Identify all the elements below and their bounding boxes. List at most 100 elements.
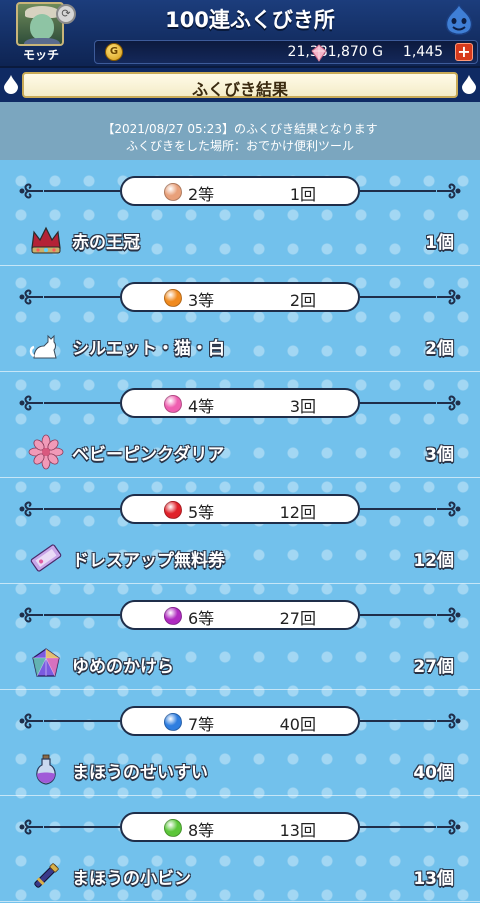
rank-label: 2等 [188,185,215,204]
result-item[interactable]: ドレスアップ無料券 12個 [0,538,480,578]
item-name: まほうの小ビン [72,869,191,889]
rank-ball-icon [164,713,182,731]
result-section: 7等 40回 まほうのせいすい 40個 [0,690,480,796]
wand-icon [34,863,59,888]
rank-pill: 4等 3回 [120,388,360,418]
app-title: 100連ふくびき所 [165,8,335,32]
draw-location-text: ふくびきをした場所：おでかけ便利ツール [125,139,354,153]
rank-count: 1回 [289,185,316,204]
rank-label: 7等 [188,715,215,734]
slime-icon[interactable] [442,2,476,36]
rank-header: 7等 40回 [0,706,480,736]
currency-bar: G 21,381,870 G 1,445 + [94,40,478,64]
ornament-line [44,614,120,616]
rank-label: 6等 [188,609,215,628]
result-section: 5等 12回 ドレスアップ無料券 12個 [0,478,480,584]
ornament-line [360,614,436,616]
ornament-right-icon [437,501,461,517]
rank-ball-icon [164,289,182,307]
rank-count: 2回 [289,291,316,310]
rank-header: 8等 13回 [0,812,480,842]
gold-coin-icon: G [105,43,123,61]
ornament-left-icon [19,501,43,517]
rank-header: 2等 1回 [0,176,480,206]
ornament-line [360,296,436,298]
draw-date-text: 【2021/08/27 05:23】のふくびき結果となります [102,122,378,136]
item-quantity: 27個 [413,657,454,677]
rank-ball-icon [164,607,182,625]
rank-pill: 3等 2回 [120,282,360,312]
water-drop-icon [4,75,18,94]
item-name: ゆめのかけら [72,657,174,677]
cat-silhouette-icon [29,334,57,359]
ornament-right-icon [437,819,461,835]
item-name: まほうのせいすい [72,763,208,783]
gem-icon [311,44,327,62]
ornament-line [44,190,120,192]
rank-header: 6等 27回 [0,600,480,630]
refresh-icon[interactable]: ⟳ [56,4,76,24]
item-quantity: 13個 [413,869,454,889]
page-title: ふくびき結果 [191,80,288,99]
ornament-right-icon [437,713,461,729]
rank-ball-icon [164,395,182,413]
item-name: シルエット・猫・白 [72,339,225,359]
result-item[interactable]: まほうのせいすい 40個 [0,750,480,790]
ticket-icon [30,544,62,572]
results-list[interactable]: 2等 1回 赤の王冠 1個 3等 2回 シルエット・猫・白 2個 4等 3回 ベ… [0,160,480,903]
result-item[interactable]: ベビーピンクダリア 3個 [0,432,480,472]
rank-pill: 8等 13回 [120,812,360,842]
result-section: 8等 13回 まほうの小ビン 13個 [0,796,480,902]
result-item[interactable]: 赤の王冠 1個 [0,220,480,260]
rank-header: 4等 3回 [0,388,480,418]
player-name: モッチ [22,48,59,62]
rank-ball-icon [164,501,182,519]
result-item[interactable]: ゆめのかけら 27個 [0,644,480,684]
rank-label: 8等 [188,821,215,840]
ornament-line [360,402,436,404]
top-bar: ⟳ モッチ 100連ふくびき所 G 21,381,870 G 1,445 + [0,0,480,68]
ornament-line [44,296,120,298]
rank-count: 13回 [279,821,316,840]
ornament-right-icon [437,395,461,411]
avatar-face [30,14,54,40]
ornament-left-icon [19,819,43,835]
item-name: 赤の王冠 [72,233,140,253]
title-banner: ふくびき結果 [0,68,480,102]
result-section: 3等 2回 シルエット・猫・白 2個 [0,266,480,372]
avatar-body [24,38,60,44]
title-plate: ふくびき結果 [22,72,458,99]
rank-header: 3等 2回 [0,282,480,312]
potion-icon [36,754,56,785]
crown-icon [31,226,61,254]
ornament-line [360,190,436,192]
rank-count: 12回 [279,503,316,522]
ornament-right-icon [437,289,461,305]
item-quantity: 12個 [413,551,454,571]
ornament-line [44,402,120,404]
ornament-right-icon [437,607,461,623]
ornament-line [44,508,120,510]
water-drop-icon [462,75,476,94]
rank-ball-icon [164,819,182,837]
rank-label: 4等 [188,397,215,416]
rank-count: 40回 [279,715,316,734]
ornament-line [360,720,436,722]
ornament-left-icon [19,289,43,305]
add-gems-button[interactable]: + [455,43,473,61]
ornament-left-icon [19,395,43,411]
item-quantity: 3個 [425,445,454,465]
dahlia-flower-icon [28,434,64,470]
item-quantity: 2個 [425,339,454,359]
item-quantity: 1個 [425,233,454,253]
ornament-line [360,508,436,510]
rank-count: 3回 [289,397,316,416]
ornament-left-icon [19,183,43,199]
rank-ball-icon [164,183,182,201]
result-item[interactable]: シルエット・猫・白 2個 [0,326,480,366]
gem-value: 1,445 [402,44,443,60]
dream-shard-icon [32,648,60,677]
result-section: 4等 3回 ベビーピンクダリア 3個 [0,372,480,478]
ornament-line [44,826,120,828]
result-item[interactable]: まほうの小ビン 13個 [0,856,480,896]
